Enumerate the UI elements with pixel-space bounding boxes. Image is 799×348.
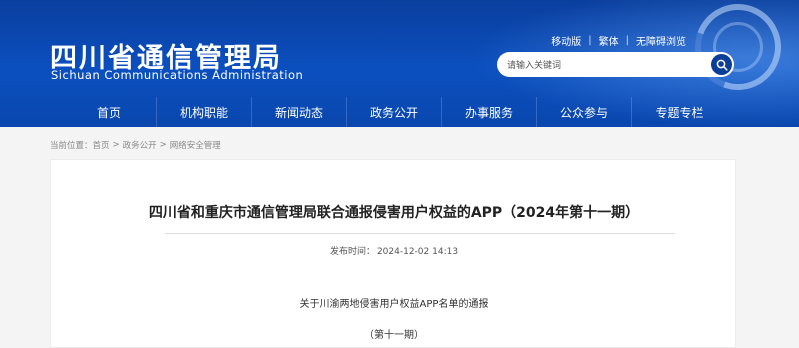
mobile-version-link[interactable]: 移动版 [551,33,581,48]
breadcrumb-item-home[interactable]: 首页 [93,139,110,151]
nav-item-gov-affairs[interactable]: 政务公开 [347,97,442,127]
link-separator: | [625,35,629,46]
breadcrumb-separator: > [112,140,120,150]
article-meta: 发布时间： 2024-12-02 14:13 [51,244,737,257]
article-paragraph: 关于川渝两地侵害用户权益APP名单的通报 [299,299,489,310]
search-input[interactable] [507,56,707,73]
top-links: 移动版 | 繁体 | 无障碍浏览 [551,33,686,48]
nav-item-home[interactable]: 首页 [62,97,157,127]
breadcrumb-prefix: 当前位置： [50,141,93,151]
publish-time-label: 发布时间： [329,247,375,257]
nav-item-special-topics[interactable]: 专题专栏 [632,97,727,127]
breadcrumb-item-gov-affairs[interactable]: 政务公开 [123,139,157,151]
nav-item-public-participation[interactable]: 公众参与 [537,97,632,127]
nav-item-functions[interactable]: 机构职能 [157,97,252,127]
nav-item-news[interactable]: 新闻动态 [252,97,347,127]
search-icon [716,59,728,71]
accessibility-link[interactable]: 无障碍浏览 [636,33,686,48]
article-paragraph: （第十一期） [364,330,424,341]
publish-time: 2024-12-02 14:13 [376,247,459,257]
site-header: 四川省通信管理局 Sichuan Communications Administ… [0,0,799,127]
breadcrumb: 当前位置： 首页 > 政务公开 > 网络安全管理 [50,139,221,151]
title-divider [165,233,675,234]
search-button[interactable] [711,54,732,75]
nav-item-services[interactable]: 办事服务 [442,97,537,127]
traditional-chinese-link[interactable]: 繁体 [599,33,619,48]
breadcrumb-separator: > [159,140,167,150]
main-nav: 首页 机构职能 新闻动态 政务公开 办事服务 公众参与 专题专栏 [62,97,727,127]
article-title: 四川省和重庆市通信管理局联合通报侵害用户权益的APP（2024年第十一期） [148,205,640,221]
breadcrumb-item-network-security[interactable]: 网络安全管理 [170,139,221,151]
link-separator: | [588,35,592,46]
search-box [497,52,734,77]
article-container: 四川省和重庆市通信管理局联合通报侵害用户权益的APP（2024年第十一期） 发布… [50,159,736,348]
site-subtitle: Sichuan Communications Administration [51,68,304,82]
